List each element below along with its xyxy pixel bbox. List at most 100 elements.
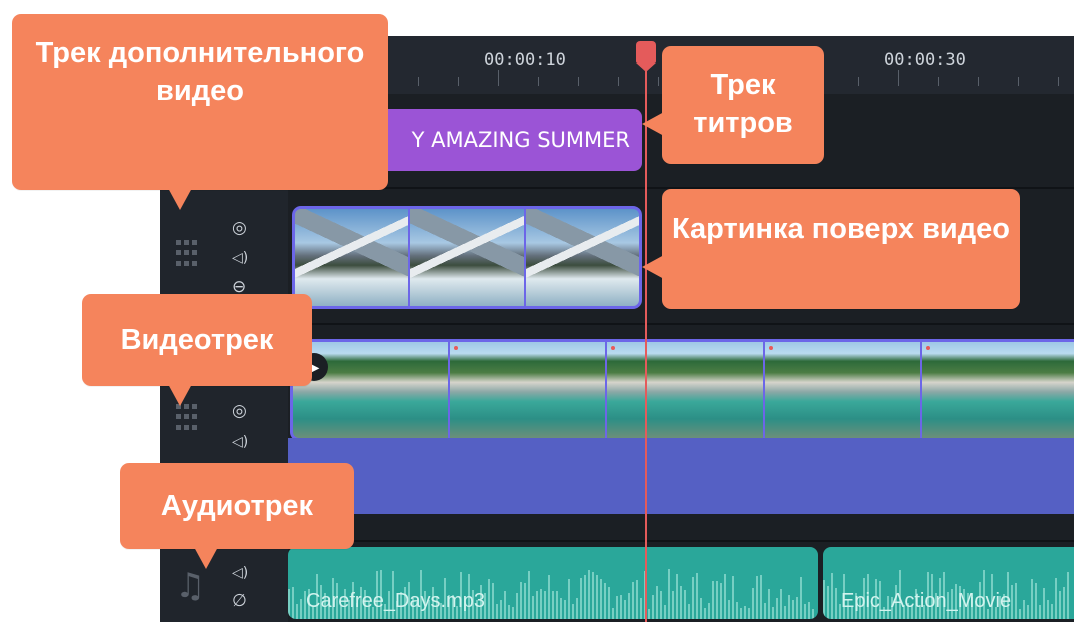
speaker-icon[interactable]: ◁) [232,249,248,267]
waveform-bar [1067,572,1069,619]
ruler-tick [538,77,539,86]
ruler-tick [858,77,859,86]
track-grip-icon[interactable] [176,240,200,268]
music-note-icon: ♫ [175,566,206,606]
waveform-bar [1011,584,1013,619]
waveform-bar [1031,579,1033,619]
waveform-bar [632,581,634,619]
waveform-bar [580,578,582,619]
waveform-bar [720,582,722,619]
waveform-bar [676,574,678,619]
track-grip-icon[interactable] [176,404,200,432]
waveform-bar [624,600,626,619]
waveform-bar [544,591,546,619]
waveform-bar [696,573,698,619]
ruler-tick [658,77,659,86]
waveform-bar [1059,591,1061,619]
waveform-bar [768,589,770,619]
ruler-tick [938,77,939,86]
audio-clip-name: Carefree_Days.mp3 [306,590,485,612]
audio-clip-name: Epic_Action_Movie [841,590,1012,612]
clip-thumbnail [764,342,920,438]
waveform-bar [1051,604,1053,619]
waveform-bar [640,598,642,619]
eye-icon[interactable]: ◎ [232,402,247,420]
waveform-bar [608,586,610,619]
title-clip[interactable]: Y AMAZING SUMMER [360,109,642,171]
waveform-bar [616,596,618,619]
clip-thumbnail [295,209,409,306]
waveform-bar [823,579,825,619]
audio-clip[interactable]: Carefree_Days.mp3 [288,547,818,619]
clip-thumbnail [450,342,606,438]
waveform-bar [648,608,650,619]
callout-video-track: Видеотрек [82,294,312,386]
callout-picture-overlay: Картинка поверх видео [662,189,1020,309]
waveform-bar [680,585,682,619]
waveform-bar [496,603,498,619]
waveform-bar [524,583,526,619]
overlay-video-clip[interactable] [292,206,642,309]
waveform-bar [636,579,638,619]
waveform-bar [688,604,690,619]
ruler-tick [418,77,419,86]
waveform-bar [612,608,614,619]
waveform-bar [512,607,514,619]
waveform-bar [835,587,837,619]
ruler-time-label: 00:00:30 [884,50,966,70]
ruler-time-label: 00:00:10 [484,50,566,70]
waveform-bar [588,570,590,619]
waveform-bar [1015,582,1017,619]
callout-audio-track: Аудиотрек [120,463,354,549]
waveform-bar [772,606,774,619]
ruler-tick [978,77,979,86]
waveform-bar [564,599,566,619]
callout-pointer [642,255,664,279]
callout-pointer [168,188,192,210]
waveform-bar [508,605,510,619]
waveform-bar [492,582,494,619]
speaker-icon[interactable]: ◁) [232,433,248,451]
ruler-tick [1058,77,1059,86]
waveform-bar [540,589,542,619]
mute-icon[interactable]: ∅ [232,592,247,610]
waveform-bar [656,585,658,619]
waveform-bar [792,599,794,619]
waveform-bar [744,605,746,619]
waveform-bar [796,597,798,619]
track-divider [288,323,1074,325]
speaker-icon[interactable]: ◁) [232,564,248,582]
callout-title-track: Трек титров [662,46,824,164]
waveform-bar [488,578,490,619]
waveform-bar [1023,599,1025,619]
playhead-line [645,58,647,622]
waveform-bar [672,590,674,619]
waveform-bar [804,603,806,619]
title-clip-text: Y AMAZING SUMMER [411,128,630,152]
track-divider [288,540,1074,542]
waveform-bar [700,598,702,619]
waveform-bar [1055,578,1057,619]
video-audio-lane[interactable] [288,438,1074,514]
waveform-bar [1039,604,1041,619]
waveform-bar [296,604,298,619]
waveform-bar [692,577,694,619]
waveform-bar [536,591,538,619]
waveform-bar [520,581,522,619]
eye-icon[interactable]: ◎ [232,219,247,237]
waveform-bar [1035,583,1037,619]
main-video-clip[interactable] [290,339,1074,441]
waveform-bar [724,574,726,619]
waveform-bar [596,574,598,619]
callout-pointer [642,112,664,136]
audio-clip[interactable]: Epic_Action_Movie [823,547,1074,619]
waveform-bar [784,606,786,619]
waveform-bar [808,602,810,619]
waveform-bar [760,575,762,619]
waveform-bar [560,598,562,619]
waveform-bar [708,602,710,619]
waveform-bar [748,608,750,619]
callout-pointer [168,384,192,406]
clip-thumbnail [410,209,524,306]
waveform-bar [660,591,662,619]
